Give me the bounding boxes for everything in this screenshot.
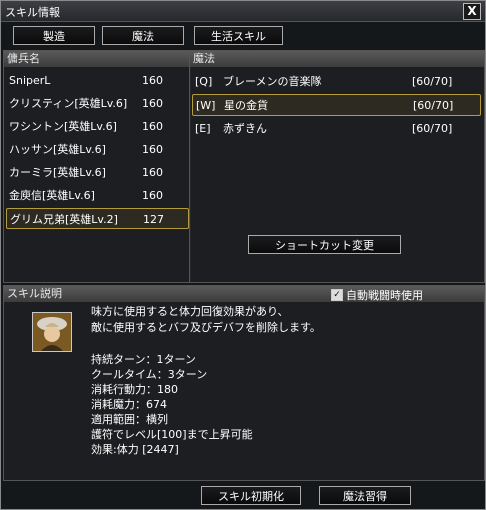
mercenary-row[interactable]: ワシントン[英雄Lv.6] 160 bbox=[6, 116, 189, 137]
skill-reset-button[interactable]: スキル初期化 bbox=[201, 486, 301, 505]
mercenary-name: ハッサン[英雄Lv.6] bbox=[9, 143, 106, 156]
mercenary-row[interactable]: 金庾信[英雄Lv.6] 160 bbox=[6, 185, 189, 206]
mercenary-level: 160 bbox=[142, 120, 163, 133]
magic-panel: 魔法 [Q] ブレーメンの音楽隊 [60/70] [W] 星の金貨 [60/70… bbox=[189, 50, 485, 283]
skill-stat: 消耗行動力：180 bbox=[91, 383, 178, 396]
mercenary-row-selected[interactable]: グリム兄弟[英雄Lv.2] 127 bbox=[6, 208, 189, 229]
skill-portrait bbox=[32, 312, 72, 352]
magic-hotkey: [Q] bbox=[195, 75, 213, 88]
skill-stat: 護符でレベル[100]まで上昇可能 bbox=[91, 428, 253, 441]
mercenary-level: 127 bbox=[143, 213, 164, 226]
grimm-portrait-icon bbox=[33, 313, 71, 351]
magic-row[interactable]: [Q] ブレーメンの音楽隊 [60/70] bbox=[192, 71, 481, 93]
learn-magic-button[interactable]: 魔法習得 bbox=[319, 486, 411, 505]
mercenary-name: ワシントン[英雄Lv.6] bbox=[9, 120, 117, 133]
close-button[interactable]: X bbox=[463, 3, 481, 20]
mercenary-row[interactable]: ハッサン[英雄Lv.6] 160 bbox=[6, 139, 189, 160]
mercenary-panel: 傭兵名 SniperL 160 クリスティン[英雄Lv.6] 160 ワシントン… bbox=[3, 50, 191, 283]
mercenary-row[interactable]: クリスティン[英雄Lv.6] 160 bbox=[6, 93, 189, 114]
magic-row[interactable]: [E] 赤ずきん [60/70] bbox=[192, 118, 481, 140]
mercenary-level: 160 bbox=[142, 166, 163, 179]
magic-hotkey: [E] bbox=[195, 122, 211, 135]
skill-stat: 効果:体力 [2447] bbox=[91, 443, 179, 456]
skill-stat: 適用範囲：横列 bbox=[91, 413, 168, 426]
skill-stat: 持続ターン：1ターン bbox=[91, 353, 196, 366]
auto-battle-label: 自動戦闘時使用 bbox=[346, 289, 423, 302]
skill-description-line: 敵に使用するとバフ及びデバフを削除します。 bbox=[91, 321, 321, 334]
title-bar[interactable]: スキル情報 X bbox=[1, 1, 485, 22]
magic-name: ブレーメンの音楽隊 bbox=[223, 75, 322, 88]
mercenary-level: 160 bbox=[142, 74, 163, 87]
magic-row-selected[interactable]: [W] 星の金貨 [60/70] bbox=[192, 94, 481, 116]
mercenary-row[interactable]: カーミラ[英雄Lv.6] 160 bbox=[6, 162, 189, 183]
magic-hotkey: [W] bbox=[196, 99, 216, 112]
skill-stat: 消耗魔力：674 bbox=[91, 398, 167, 411]
tab-magic[interactable]: 魔法 bbox=[102, 26, 184, 45]
mercenary-name: クリスティン[英雄Lv.6] bbox=[9, 97, 128, 110]
skill-info-window: スキル情報 X 製造 魔法 生活スキル 傭兵名 SniperL 160 クリステ… bbox=[0, 0, 486, 510]
window-title: スキル情報 bbox=[5, 6, 60, 19]
magic-level: [60/70] bbox=[413, 99, 454, 112]
mercenary-name: SniperL bbox=[9, 74, 51, 87]
skill-stat: クールタイム：3ターン bbox=[91, 368, 208, 381]
mercenary-level: 160 bbox=[142, 143, 163, 156]
mercenary-name: グリム兄弟[英雄Lv.2] bbox=[10, 213, 118, 226]
auto-battle-checkbox[interactable]: ✓ bbox=[331, 289, 343, 301]
magic-level: [60/70] bbox=[412, 122, 453, 135]
mercenary-name: 金庾信[英雄Lv.6] bbox=[9, 189, 95, 202]
mercenary-row[interactable]: SniperL 160 bbox=[6, 70, 189, 91]
tab-life-skill[interactable]: 生活スキル bbox=[194, 26, 283, 45]
magic-name: 星の金貨 bbox=[224, 99, 268, 112]
skill-description-line: 味方に使用すると体力回復効果があり、 bbox=[91, 305, 289, 318]
mercenary-header: 傭兵名 bbox=[4, 51, 190, 67]
mercenary-level: 160 bbox=[142, 189, 163, 202]
magic-level: [60/70] bbox=[412, 75, 453, 88]
mercenary-name: カーミラ[英雄Lv.6] bbox=[9, 166, 106, 179]
magic-name: 赤ずきん bbox=[223, 122, 267, 135]
tab-craft[interactable]: 製造 bbox=[13, 26, 95, 45]
mercenary-level: 160 bbox=[142, 97, 163, 110]
shortcut-change-button[interactable]: ショートカット変更 bbox=[248, 235, 401, 254]
magic-header: 魔法 bbox=[190, 51, 484, 67]
